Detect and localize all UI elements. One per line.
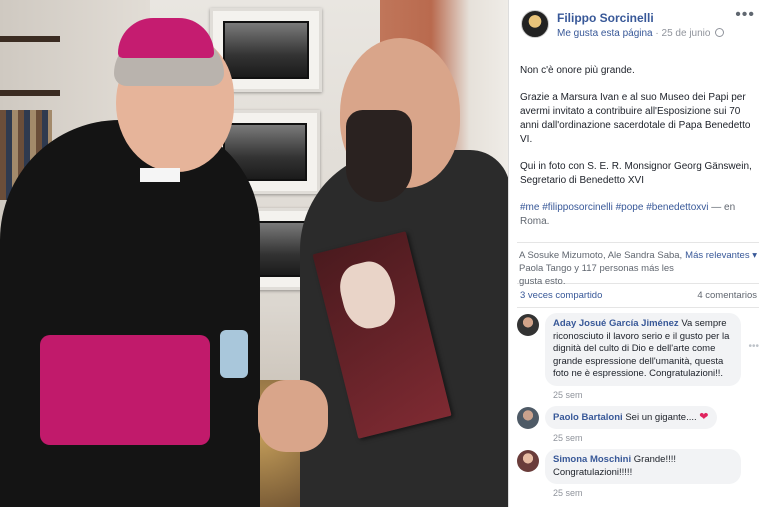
comment-author[interactable]: Paolo Bartaloni bbox=[553, 412, 623, 423]
bishop-collar bbox=[140, 168, 180, 182]
post-photo[interactable] bbox=[0, 0, 508, 507]
comment-time[interactable]: 25 sem bbox=[553, 390, 759, 400]
more-options-icon[interactable]: ••• bbox=[735, 6, 755, 24]
comment-bubble: Paolo Bartaloni Sei un gigante.... ❤ bbox=[545, 405, 717, 429]
post-meta: Me gusta esta página · 25 de junio bbox=[557, 28, 725, 39]
comment-author[interactable]: Aday Josué García Jiménez bbox=[553, 318, 679, 329]
hashtag-link[interactable]: #pope bbox=[616, 202, 644, 213]
handshake bbox=[258, 380, 328, 452]
bishop-zucchetto bbox=[118, 18, 214, 58]
comment-bubble: Aday Josué García Jiménez Va sempre rico… bbox=[545, 313, 741, 386]
bishop-figure bbox=[0, 120, 260, 507]
hashtag-link[interactable]: #me bbox=[520, 202, 539, 213]
hashtag-link[interactable]: #filipposorcinelli bbox=[542, 202, 613, 213]
globe-icon bbox=[715, 28, 725, 37]
photo-shelf bbox=[0, 90, 60, 96]
comment-time[interactable]: 25 sem bbox=[553, 488, 759, 498]
post-hashtags: #me #filipposorcinelli #pope #benedettox… bbox=[520, 201, 757, 229]
sort-dropdown[interactable]: Más relevantes ▾ bbox=[685, 249, 757, 262]
comments-list: Aday Josué García Jiménez Va sempre rico… bbox=[509, 308, 767, 498]
heart-emoji-icon: ❤ bbox=[699, 410, 709, 423]
comment-bubble: Simona Moschini Grande!!!! Congratulazio… bbox=[545, 449, 741, 484]
avatar[interactable] bbox=[517, 450, 539, 472]
comment-item: Simona Moschini Grande!!!! Congratulazio… bbox=[517, 449, 759, 498]
hashtag-link[interactable]: #benedettoxvi bbox=[646, 202, 708, 213]
post-paragraph: Qui in foto con S. E. R. Monsignor Georg… bbox=[520, 161, 752, 186]
avatar[interactable] bbox=[517, 314, 539, 336]
like-page-link[interactable]: Me gusta esta página bbox=[557, 28, 653, 39]
comment-item: Paolo Bartaloni Sei un gigante.... ❤ 25 … bbox=[517, 405, 759, 443]
likes-summary: A Sosuke Mizumoto, Ale Sandra Saba, Paol… bbox=[509, 243, 767, 287]
face-mask bbox=[220, 330, 248, 378]
likes-text[interactable]: A Sosuke Mizumoto, Ale Sandra Saba, Paol… bbox=[519, 249, 699, 288]
shares-link[interactable]: 3 veces compartido bbox=[520, 290, 602, 301]
man-beard bbox=[346, 110, 412, 202]
post-header: Filippo Sorcinelli Me gusta esta página … bbox=[509, 0, 767, 50]
post-paragraph: Grazie a Marsura Ivan e al suo Museo dei… bbox=[520, 92, 751, 145]
comment-item: Aday Josué García Jiménez Va sempre rico… bbox=[517, 313, 759, 400]
post-panel: Filippo Sorcinelli Me gusta esta página … bbox=[508, 0, 767, 507]
post-text: Non c'è onore più grande. Grazie a Marsu… bbox=[509, 50, 767, 229]
bishop-sash bbox=[40, 335, 210, 445]
page-name-link[interactable]: Filippo Sorcinelli bbox=[557, 11, 654, 25]
comments-count[interactable]: 4 comentarios bbox=[697, 290, 757, 301]
comment-text: Sei un gigante.... bbox=[625, 411, 697, 423]
comment-author[interactable]: Simona Moschini bbox=[553, 454, 631, 465]
comment-options-icon[interactable]: ••• bbox=[748, 341, 759, 352]
post-paragraph: Non c'è onore più grande. bbox=[520, 65, 635, 76]
comment-time[interactable]: 25 sem bbox=[553, 433, 759, 443]
photo-shelf bbox=[0, 36, 60, 42]
post-date[interactable]: 25 de junio bbox=[662, 28, 711, 39]
avatar[interactable] bbox=[517, 406, 539, 429]
page-avatar[interactable] bbox=[521, 10, 549, 38]
